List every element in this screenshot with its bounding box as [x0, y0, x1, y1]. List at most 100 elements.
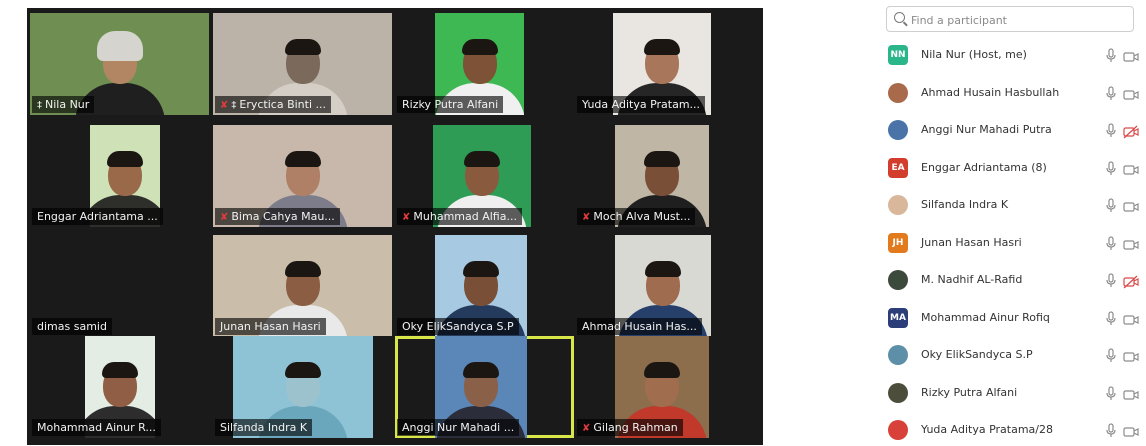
participant-name: Anggi Nur Mahadi Putra [921, 123, 1052, 136]
participant-name: Enggar Adriantama ... [37, 210, 158, 223]
video-tile[interactable]: Oky ElikSandyca S.P [395, 235, 574, 337]
video-off-icon[interactable] [1123, 124, 1139, 139]
video-icon[interactable] [1123, 49, 1139, 63]
participant-name: dimas samid [37, 320, 107, 333]
video-gallery: ‡ Nila Nur ✘ ‡ Eryctica Binti ... Rizky Putra… [27, 8, 763, 445]
participant-row[interactable]: Silfanda Indra K [876, 191, 1146, 221]
video-tile[interactable]: Ahmad Husain Has... [575, 235, 754, 337]
video-tile[interactable]: ✘ Muhammad Alfia... [395, 125, 574, 227]
participant-row[interactable]: M. Nadhif AL-Rafid [876, 266, 1146, 296]
participant-name-label: Oky ElikSandyca S.P [397, 318, 519, 335]
avatar [888, 82, 908, 103]
participant-name: Silfanda Indra K [921, 198, 1009, 211]
mic-icon[interactable] [1104, 385, 1118, 402]
participant-name-label: Anggi Nur Mahadi ... [397, 419, 520, 436]
mic-muted-icon: ✘ [582, 212, 591, 223]
participant-name: Anggi Nur Mahadi ... [402, 421, 515, 434]
participant-name: Yuda Aditya Pratam... [582, 98, 701, 111]
search-icon [894, 12, 905, 23]
participant-name-label: Junan Hasan Hasri [215, 318, 326, 335]
participant-name-label: ✘ Moch Alva Must... [577, 208, 696, 225]
video-icon[interactable] [1123, 312, 1139, 326]
mic-icon[interactable] [1104, 85, 1118, 102]
participant-name: Ahmad Husain Has... [582, 320, 697, 333]
video-icon[interactable] [1123, 237, 1139, 251]
mic-icon[interactable] [1104, 348, 1118, 364]
video-tile[interactable]: Enggar Adriantama ... [30, 125, 209, 227]
participant-row[interactable]: Oky ElikSandyca S.P [876, 341, 1146, 371]
participant-name-label: Rizky Putra Alfani [397, 96, 504, 113]
participant-row[interactable]: EA Enggar Adriantama (8) [876, 154, 1146, 184]
participant-row[interactable]: Yuda Aditya Pratama/28 [876, 416, 1146, 446]
participant-name-label: ✘ Gilang Rahman [577, 419, 683, 436]
video-icon[interactable] [1123, 199, 1139, 213]
participant-name: Yuda Aditya Pratama/28 [921, 423, 1053, 436]
video-off-icon[interactable] [1123, 274, 1139, 289]
participant-name: Moch Alva Must... [593, 210, 691, 223]
mic-icon[interactable] [1104, 198, 1118, 214]
pin-icon: ‡ [37, 100, 42, 111]
mic-muted-icon: ✘ [220, 100, 229, 111]
video-icon[interactable] [1123, 349, 1139, 363]
participant-name: Eryctica Binti ... [239, 98, 327, 111]
avatar [888, 120, 908, 140]
participant-name: Bima Cahya Mau... [231, 210, 335, 223]
avatar: NN [888, 45, 908, 65]
participant-name: Mohammad Ainur Rofiq [921, 310, 1050, 324]
participant-name: Rizky Putra Alfani [921, 385, 1018, 399]
participant-name: M. Nadhif AL-Rafid [921, 273, 1023, 286]
video-icon[interactable] [1123, 162, 1139, 176]
video-icon[interactable] [1123, 87, 1139, 101]
mic-icon[interactable] [1104, 160, 1118, 177]
video-icon[interactable] [1123, 424, 1139, 438]
participant-name-label: ✘ Bima Cahya Mau... [215, 208, 340, 225]
participant-name-label: Yuda Aditya Pratam... [577, 96, 706, 113]
participant-name-label: ✘ Muhammad Alfia... [397, 208, 522, 225]
video-tile[interactable]: ✘ Gilang Rahman [575, 336, 754, 438]
video-tile[interactable]: dimas samid [30, 235, 209, 337]
video-tile[interactable]: ✘ ‡ Eryctica Binti ... [213, 13, 392, 115]
participant-row[interactable]: Ahmad Husain Hasbullah [876, 79, 1146, 109]
participant-name-label: Silfanda Indra K [215, 419, 313, 436]
mic-icon[interactable] [1104, 235, 1118, 252]
participants-panel: NN Nila Nur (Host, me) Ahmad Husain Hasbul… [876, 0, 1146, 445]
participant-row[interactable]: Anggi Nur Mahadi Putra [876, 116, 1146, 146]
participant-name-label: Mohammad Ainur R... [32, 419, 161, 436]
video-tile[interactable]: Rizky Putra Alfani [395, 13, 574, 115]
participant-name-label: Enggar Adriantama ... [32, 208, 163, 225]
search-input[interactable] [909, 10, 1128, 30]
video-tile[interactable]: Junan Hasan Hasri [213, 235, 392, 337]
avatar: EA [888, 157, 908, 178]
avatar: MA [888, 307, 908, 328]
participant-name: Oky ElikSandyca S.P [921, 348, 1033, 361]
mic-icon[interactable] [1104, 310, 1118, 327]
mic-icon[interactable] [1104, 48, 1118, 64]
participant-row[interactable]: Rizky Putra Alfani [876, 379, 1146, 409]
video-tile[interactable]: ✘ Moch Alva Must... [575, 125, 754, 227]
participant-name: Rizky Putra Alfani [402, 98, 499, 111]
participant-name: Junan Hasan Hasri [921, 235, 1022, 249]
avatar [888, 382, 908, 403]
video-icon[interactable] [1123, 387, 1139, 401]
avatar [888, 270, 908, 290]
participant-row[interactable]: MA Mohammad Ainur Rofiq [876, 304, 1146, 334]
mic-muted-icon: ✘ [220, 212, 229, 223]
participant-row[interactable]: JH Junan Hasan Hasri [876, 229, 1146, 259]
video-tile[interactable]: ✘ Bima Cahya Mau... [213, 125, 392, 227]
participant-name-label: ✘ ‡ Eryctica Binti ... [215, 96, 332, 113]
video-tile[interactable]: Yuda Aditya Pratam... [575, 13, 754, 115]
participant-row[interactable]: NN Nila Nur (Host, me) [876, 41, 1146, 71]
mic-icon[interactable] [1104, 423, 1118, 439]
participant-name-label: ‡ Nila Nur [32, 96, 95, 113]
avatar [888, 345, 908, 365]
video-tile[interactable]: Silfanda Indra K [213, 336, 392, 438]
participant-search-box[interactable] [886, 6, 1134, 32]
participant-name: Junan Hasan Hasri [220, 320, 321, 333]
participant-name-label: Ahmad Husain Has... [577, 318, 702, 335]
video-tile[interactable]: Mohammad Ainur R... [30, 336, 209, 438]
video-tile[interactable]: Anggi Nur Mahadi ... [395, 336, 574, 438]
participant-name: Oky ElikSandyca S.P [402, 320, 514, 333]
mic-icon[interactable] [1104, 123, 1118, 139]
video-tile[interactable]: ‡ Nila Nur [30, 13, 209, 115]
mic-icon[interactable] [1104, 273, 1118, 289]
